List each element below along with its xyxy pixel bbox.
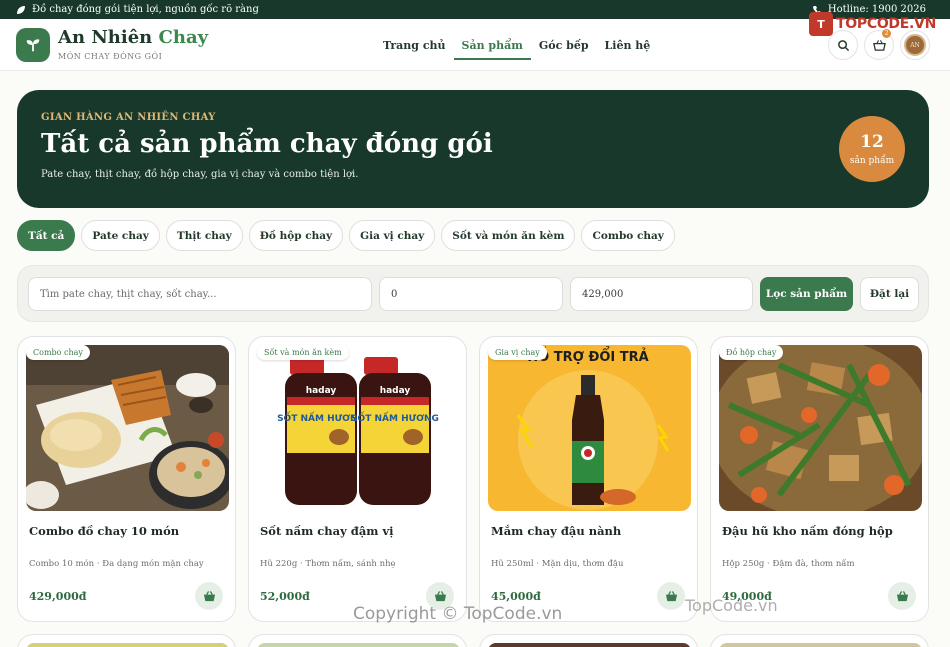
page-title: Tất cả sản phẩm chay đóng gói <box>41 129 493 159</box>
product-description: Hộp 250g · Đậm đà, thơm nấm <box>722 559 855 569</box>
product-category-tag: Combo chay <box>26 345 90 360</box>
product-name[interactable]: Đậu hũ kho nấm đóng hộp <box>722 524 893 538</box>
product-card-partial[interactable] <box>248 634 467 647</box>
brand-tagline: MÓN CHAY ĐÓNG GÓI <box>58 51 163 61</box>
filter-chip-meat[interactable]: Thịt chay <box>165 220 243 251</box>
brand-home-link[interactable]: An Nhiên Chay MÓN CHAY ĐÓNG GÓI <box>16 26 209 62</box>
product-category-tag: Gia vị chay <box>488 345 547 360</box>
nav-kitchen-corner[interactable]: Góc bếp <box>531 30 597 60</box>
brand-name: An Nhiên Chay <box>58 26 209 48</box>
nav-home[interactable]: Trang chủ <box>375 30 454 60</box>
product-description: Hũ 250ml · Mặn dịu, thơm đậu <box>491 559 624 569</box>
filter-chip-all[interactable]: Tất cả <box>17 220 76 251</box>
product-description: Hũ 220g · Thơm nấm, sánh nhẹ <box>260 559 396 569</box>
product-count-badge: 12 sản phẩm <box>839 116 905 182</box>
hero-banner: GIAN HÀNG AN NHIÊN CHAY Tất cả sản phẩm … <box>17 90 929 208</box>
product-image-partial <box>257 643 460 647</box>
filter-chip-pate[interactable]: Pate chay <box>81 220 160 251</box>
product-price: 52,000đ <box>260 590 310 603</box>
category-filters: Tất cả Pate chay Thịt chay Đồ hộp chay G… <box>17 220 675 251</box>
product-card-partial[interactable] <box>17 634 236 647</box>
basket-icon <box>896 590 908 601</box>
basket-icon <box>872 39 886 51</box>
product-category-tag: Sốt và món ăn kèm <box>257 345 349 360</box>
product-image-partial <box>719 643 922 647</box>
search-filter-panel: Tìm pate chay, thịt chay, sốt chay... 0 … <box>17 265 929 322</box>
basket-icon <box>203 590 215 601</box>
product-card[interactable]: haday SỐT NẤM HƯƠNG haday SỐT NẤM HƯƠNG … <box>248 336 467 622</box>
product-card[interactable]: HỖ TRỢ ĐỔI TRẢ Gia vị chay Mắm chay đậu … <box>479 336 698 622</box>
hero-eyebrow: GIAN HÀNG AN NHIÊN CHAY <box>41 112 216 123</box>
filter-chip-sauces[interactable]: Sốt và món ăn kèm <box>441 220 576 251</box>
product-count-label: sản phẩm <box>849 156 895 166</box>
topbar-tagline: Đồ chay đóng gói tiện lợi, nguồn gốc rõ … <box>32 4 259 15</box>
leaf-icon <box>17 5 25 14</box>
product-price: 429,000đ <box>29 590 87 603</box>
filter-chip-spices[interactable]: Gia vị chay <box>349 220 436 251</box>
brand-text: An Nhiên Chay MÓN CHAY ĐÓNG GÓI <box>58 26 209 61</box>
product-name[interactable]: Combo đồ chay 10 món <box>29 524 179 538</box>
product-image-partial <box>488 643 691 647</box>
topcode-watermark-logo: T TOPCODE.VN <box>809 12 936 36</box>
hero-subtitle: Pate chay, thịt chay, đồ hộp chay, gia v… <box>41 169 359 180</box>
site-header: An Nhiên Chay MÓN CHAY ĐÓNG GÓI Trang ch… <box>0 19 950 71</box>
search-icon <box>837 39 849 51</box>
topcode-logo-mark: T <box>809 12 834 36</box>
min-price-input[interactable]: 0 <box>379 277 563 311</box>
product-count-number: 12 <box>860 132 884 152</box>
product-card-partial[interactable] <box>479 634 698 647</box>
product-card-partial[interactable] <box>710 634 929 647</box>
basket-icon <box>434 590 446 601</box>
product-image-combo[interactable] <box>26 345 229 511</box>
product-image-partial <box>26 643 229 647</box>
product-category-tag: Đồ hộp chay <box>719 345 784 360</box>
topcode-logo-text: TOPCODE.VN <box>836 16 936 32</box>
add-to-cart-button[interactable] <box>657 582 685 610</box>
max-price-input[interactable]: 429,000 <box>570 277 753 311</box>
filter-products-button[interactable]: Lọc sản phẩm <box>760 277 853 311</box>
brand-name-main: An Nhiên <box>58 26 153 48</box>
product-name[interactable]: Mắm chay đậu nành <box>491 524 621 538</box>
brand-name-accent: Chay <box>158 26 209 48</box>
add-to-cart-button[interactable] <box>195 582 223 610</box>
main-nav: Trang chủ Sản phẩm Góc bếp Liên hệ <box>375 19 658 71</box>
copyright-watermark: Copyright © TopCode.vn <box>353 604 563 624</box>
jar-brand-text: haday <box>306 386 337 396</box>
site-watermark: TopCode.vn <box>685 596 778 615</box>
basket-icon <box>665 590 677 601</box>
product-price: 45,000đ <box>491 590 541 603</box>
search-input[interactable]: Tìm pate chay, thịt chay, sốt chay... <box>28 277 372 311</box>
product-card[interactable]: Đồ hộp chay Đậu hũ kho nấm đóng hộp Hộp … <box>710 336 929 622</box>
jar-brand-text: haday <box>380 386 411 396</box>
reset-button[interactable]: Đặt lại <box>860 277 919 311</box>
topbar-left: Đồ chay đóng gói tiện lợi, nguồn gốc rõ … <box>16 4 259 15</box>
add-to-cart-button[interactable] <box>888 582 916 610</box>
product-image-soy-sauce[interactable]: HỖ TRỢ ĐỔI TRẢ <box>488 345 691 511</box>
sprout-icon <box>16 27 50 62</box>
nav-products[interactable]: Sản phẩm <box>453 30 531 60</box>
avatar: AN <box>904 34 926 56</box>
filter-chip-combo[interactable]: Combo chay <box>581 220 675 251</box>
product-card[interactable]: Combo chay Combo đồ chay 10 món Combo 10… <box>17 336 236 622</box>
top-announcement-bar: Đồ chay đóng gói tiện lợi, nguồn gốc rõ … <box>0 0 950 19</box>
product-image-sauce[interactable]: haday SỐT NẤM HƯƠNG haday SỐT NẤM HƯƠNG <box>257 345 460 511</box>
product-image-tofu[interactable] <box>719 345 922 511</box>
nav-contact[interactable]: Liên hệ <box>597 30 659 60</box>
product-name[interactable]: Sốt nấm chay đậm vị <box>260 524 394 538</box>
product-description: Combo 10 món · Đa dạng món mặn chay <box>29 559 204 569</box>
filter-chip-canned[interactable]: Đồ hộp chay <box>248 220 344 251</box>
